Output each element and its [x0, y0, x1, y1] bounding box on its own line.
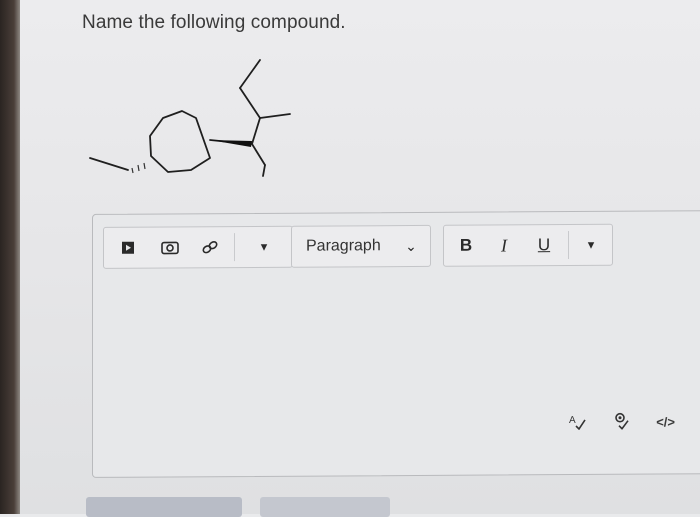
italic-button[interactable]: I — [490, 225, 518, 265]
spellcheck-icon[interactable]: A — [568, 411, 586, 432]
text-format-toolbar-group: B I U ▾ — [443, 223, 613, 267]
primary-button-partial[interactable] — [86, 497, 242, 517]
svg-text:A: A — [569, 415, 576, 426]
block-format-label: Paragraph — [306, 237, 381, 255]
insert-toolbar-group: ▾ — [103, 225, 293, 269]
cycloheptane-ring — [149, 110, 211, 173]
toolbar-divider — [234, 233, 235, 262]
question-prompt: Name the following compound. — [82, 12, 346, 33]
question-page: Name the following compound. ▾ Paragraph… — [20, 0, 700, 517]
block-format-dropdown[interactable]: Paragraph ⌄ — [291, 224, 431, 268]
image-icon[interactable] — [156, 227, 184, 267]
link-icon[interactable] — [196, 227, 224, 267]
wedge-bond — [210, 140, 252, 147]
video-icon[interactable] — [114, 228, 142, 268]
answer-editor[interactable]: ▾ Paragraph ⌄ B I U ▾ A </> — [92, 210, 700, 478]
chevron-down-icon: ⌄ — [405, 237, 417, 254]
more-insert-dropdown[interactable]: ▾ — [244, 227, 284, 267]
bold-button[interactable]: B — [452, 226, 480, 266]
accessibility-check-icon[interactable] — [612, 411, 630, 432]
screen-bezel — [0, 0, 20, 514]
toolbar-divider — [568, 231, 569, 260]
more-format-dropdown[interactable]: ▾ — [574, 225, 608, 265]
source-code-button[interactable]: </> — [656, 414, 675, 429]
hashed-bond — [131, 162, 146, 174]
underline-button[interactable]: U — [530, 225, 558, 265]
secondary-button-partial[interactable] — [260, 497, 390, 517]
editor-footer-icons: A </> — [568, 409, 675, 434]
molecule-structure — [89, 59, 291, 177]
